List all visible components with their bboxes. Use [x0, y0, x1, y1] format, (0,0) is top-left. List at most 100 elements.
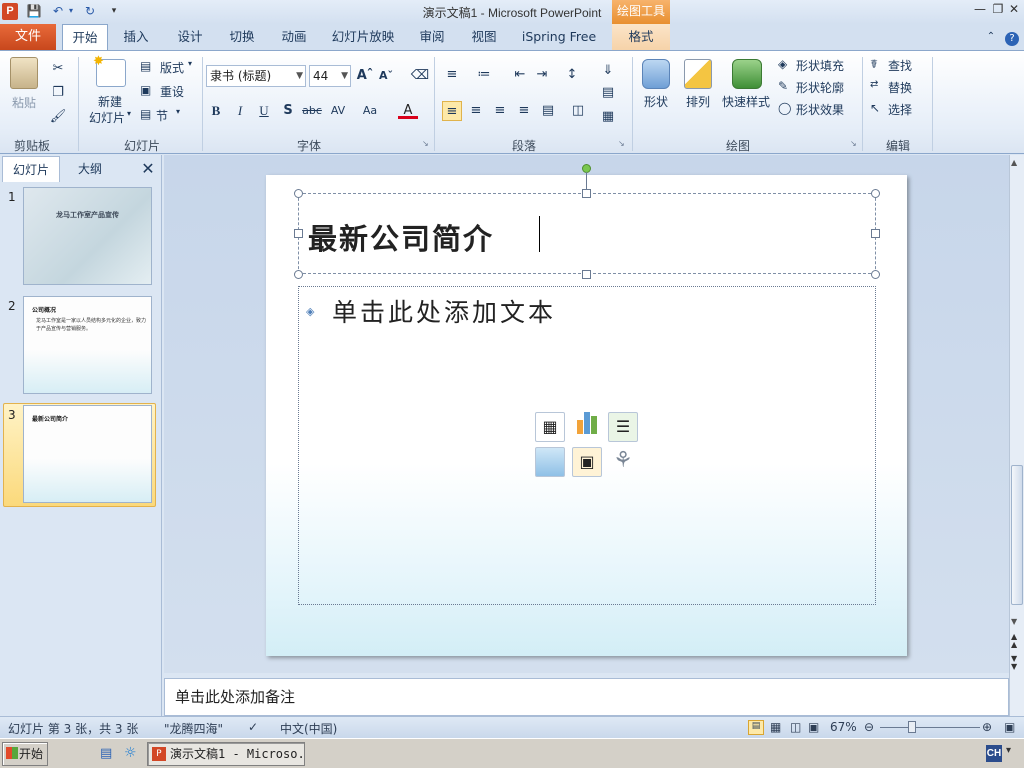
tab-design[interactable]: 设计 — [170, 24, 210, 50]
scroll-thumb[interactable] — [1011, 465, 1023, 605]
tab-home[interactable]: 开始 — [62, 24, 108, 51]
justify-icon[interactable]: ≡ — [514, 101, 534, 121]
bold-icon[interactable]: B — [206, 101, 226, 121]
layout-icon[interactable]: ▤ — [140, 59, 151, 73]
resize-handle[interactable] — [294, 270, 303, 279]
ime-indicator[interactable]: CH — [986, 745, 1002, 762]
reading-view-icon[interactable]: ◫ — [790, 720, 801, 734]
pen-icon[interactable]: ✎ — [778, 79, 788, 93]
powerpoint-logo-icon[interactable]: P — [2, 3, 18, 20]
slideshow-view-icon[interactable]: ▣ — [808, 720, 819, 734]
bullets-icon[interactable]: ≡ — [442, 65, 462, 85]
vertical-scrollbar[interactable]: ▲ ▼ ▲ ▲ ▼ ▼ — [1009, 155, 1024, 718]
paste-label[interactable]: 粘贴 — [12, 94, 36, 111]
text-direction-icon[interactable]: ⇓ — [598, 61, 618, 81]
internet-explorer-icon[interactable]: ☼ — [124, 745, 137, 761]
replace-icon[interactable]: ⇄ — [870, 79, 878, 90]
columns-icon[interactable]: ◫ — [568, 101, 588, 121]
show-desktop-icon[interactable]: ▤ — [100, 746, 112, 761]
select-button[interactable]: 选择 — [888, 101, 912, 118]
zoom-slider-thumb[interactable] — [908, 721, 916, 733]
smartart-icon[interactable]: ▦ — [598, 107, 618, 127]
undo-icon[interactable]: ↶ — [50, 3, 66, 19]
font-name-combobox[interactable]: 隶书 (标题) ▼ — [206, 65, 306, 87]
tab-transitions[interactable]: 切换 — [222, 24, 262, 50]
character-spacing-icon[interactable]: AV — [328, 101, 348, 121]
insert-table-icon[interactable]: ▦ — [535, 412, 565, 442]
paint-bucket-icon[interactable]: ◈ — [778, 57, 787, 71]
tab-slideshow[interactable]: 幻灯片放映 — [330, 24, 396, 50]
increase-indent-icon[interactable]: ⇥ — [532, 65, 552, 85]
tab-review[interactable]: 审阅 — [412, 24, 452, 50]
zoom-level[interactable]: 67% — [830, 720, 857, 734]
shape-outline-button[interactable]: 形状轮廓 — [796, 79, 844, 96]
new-slide-label[interactable]: 新建 — [98, 93, 122, 110]
zoom-in-icon[interactable]: ⊕ — [982, 720, 992, 734]
insert-picture-icon[interactable] — [535, 447, 565, 477]
minimize-icon[interactable]: — — [972, 2, 988, 18]
layout-dropdown-icon[interactable]: ▾ — [188, 59, 192, 68]
line-spacing-icon[interactable]: ↕ — [562, 65, 582, 85]
grow-font-icon[interactable]: Aˆ — [355, 66, 375, 86]
undo-dropdown-icon[interactable]: ▾ — [66, 3, 76, 19]
slide-thumbnail-3[interactable]: 最新公司简介 — [23, 405, 152, 503]
start-button[interactable]: 开始 — [2, 742, 48, 766]
language-status[interactable]: 中文(中国) — [280, 720, 337, 737]
section-button[interactable]: 节 — [156, 107, 168, 124]
spell-check-icon[interactable]: ✓ — [248, 720, 258, 734]
minimize-ribbon-icon[interactable]: ⌃ — [984, 24, 998, 50]
scroll-down-icon[interactable]: ▼ — [1011, 617, 1017, 626]
taskbar-powerpoint-item[interactable]: P 演示文稿1 - Microso... — [147, 742, 305, 766]
tab-ispring[interactable]: iSpring Free — [520, 24, 598, 50]
new-slide-dropdown-icon[interactable]: ▾ — [127, 109, 131, 118]
section-icon[interactable]: ▤ — [140, 107, 151, 121]
normal-view-icon[interactable]: ▤ — [748, 720, 764, 735]
zoom-out-icon[interactable]: ⊖ — [864, 720, 874, 734]
tab-insert[interactable]: 插入 — [116, 24, 156, 50]
tab-animations[interactable]: 动画 — [274, 24, 314, 50]
shapes-icon[interactable] — [642, 59, 670, 89]
slide-thumbnail-2[interactable]: 公司概况 龙马工作室是一家以人员结构多元化的企业，致力于产品宣传与营销服务。 — [23, 296, 152, 394]
underline-icon[interactable]: U — [254, 101, 274, 121]
insert-clipart-icon[interactable]: ▣ — [572, 447, 602, 477]
content-placeholder-text[interactable]: 单击此处添加文本 — [332, 293, 556, 329]
distributed-icon[interactable]: ▤ — [538, 101, 558, 121]
resize-handle[interactable] — [871, 189, 880, 198]
close-icon[interactable]: ✕ — [1006, 2, 1022, 18]
tab-slides-panel[interactable]: 幻灯片 — [2, 156, 60, 182]
insert-smartart-icon[interactable]: ☰ — [608, 412, 638, 442]
customize-qat-icon[interactable]: ▾ — [106, 3, 122, 19]
new-slide-label-2[interactable]: 幻灯片 — [89, 109, 125, 126]
cursor-icon[interactable]: ↖ — [870, 101, 880, 115]
font-size-combobox[interactable]: 44 ▼ — [309, 65, 351, 87]
redo-icon[interactable]: ↻ — [82, 3, 98, 19]
cut-icon[interactable]: ✂ — [48, 59, 68, 79]
quick-styles-icon[interactable] — [732, 59, 762, 89]
chevron-down-icon[interactable]: ▼ — [296, 66, 303, 86]
shrink-font-icon[interactable]: Aˇ — [376, 66, 396, 86]
resize-handle[interactable] — [582, 189, 591, 198]
tab-outline-panel[interactable]: 大纲 — [62, 156, 118, 182]
insert-chart-icon[interactable] — [572, 412, 602, 442]
insert-media-icon[interactable]: ⚘ — [608, 447, 638, 477]
zoom-slider-track[interactable] — [880, 727, 980, 728]
tab-file[interactable]: 文件 — [0, 24, 56, 50]
drawing-dialog-launcher-icon[interactable]: ↘ — [850, 139, 857, 148]
help-icon[interactable]: ? — [1004, 24, 1020, 50]
find-button[interactable]: 查找 — [888, 57, 912, 74]
slide-title[interactable]: 最新公司简介 — [308, 216, 494, 258]
next-slide-icon[interactable]: ▼ ▼ — [1011, 655, 1017, 671]
slide-thumbnail-1[interactable]: 龙马工作室产品宣传 — [23, 187, 152, 285]
resize-handle[interactable] — [294, 189, 303, 198]
numbering-icon[interactable]: ≔ — [474, 65, 494, 85]
new-slide-icon[interactable]: ✸ — [93, 54, 126, 87]
replace-button[interactable]: 替换 — [888, 79, 912, 96]
align-text-icon[interactable]: ▤ — [598, 83, 618, 103]
paste-icon[interactable] — [10, 57, 38, 89]
section-dropdown-icon[interactable]: ▾ — [176, 107, 180, 116]
resize-handle[interactable] — [871, 229, 880, 238]
arrange-button[interactable]: 排列 — [686, 93, 710, 110]
align-center-icon[interactable]: ≡ — [466, 101, 486, 121]
resize-handle[interactable] — [294, 229, 303, 238]
shapes-button[interactable]: 形状 — [644, 93, 668, 110]
